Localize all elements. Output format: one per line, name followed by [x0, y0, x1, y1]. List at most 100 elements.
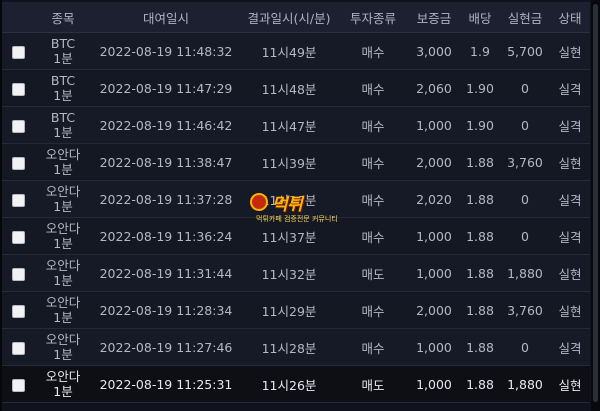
row-rate: 1.88 [460, 180, 500, 218]
table-row[interactable]: 오안다 1분 2022-08-19 11:37:28 11시38분 매수 2,020 1.8… [2, 180, 590, 218]
row-type: 매수 [338, 69, 408, 107]
row-deposit: 1,000 [408, 254, 460, 292]
row-time: 2022-08-19 11:36:24 [92, 217, 240, 255]
row-name: 오안다 1분 [34, 291, 92, 329]
header-result-time[interactable]: 결과일시(시/분) [240, 2, 338, 33]
row-time: 2022-08-19 11:47:29 [92, 69, 240, 107]
row-type: 매수 [338, 143, 408, 181]
row-checkbox-cell [2, 291, 34, 329]
header-time[interactable]: 대여일시 [92, 2, 240, 33]
row-checkbox[interactable] [11, 341, 25, 355]
row-name-period: 1분 [53, 384, 73, 399]
row-time: 2022-08-19 11:38:47 [92, 143, 240, 181]
row-type: 매도 [338, 254, 408, 292]
table-row[interactable]: BTC 1분 2022-08-19 11:48:32 11시49분 매수 3,000 1.9… [2, 32, 590, 70]
row-name-symbol: 오안다 [45, 332, 81, 347]
row-rate: 1.90 [460, 69, 500, 107]
row-status: 실현 [550, 254, 590, 292]
row-checkbox[interactable] [11, 156, 25, 170]
table-row[interactable]: 오안다 1분 2022-08-19 11:38:47 11시39분 매수 2,000 1.8… [2, 143, 590, 181]
row-payout: 0 [500, 328, 550, 366]
row-checkbox[interactable] [11, 119, 25, 133]
row-payout: 0 [500, 69, 550, 107]
row-checkbox-cell [2, 328, 34, 366]
row-checkbox[interactable] [11, 193, 25, 207]
row-payout: 0 [500, 180, 550, 218]
header-deposit[interactable]: 보증금 [408, 2, 460, 33]
row-checkbox-cell [2, 143, 34, 181]
row-rate: 1.88 [460, 328, 500, 366]
row-status: 실현 [550, 32, 590, 70]
row-name-symbol: 오안다 [45, 184, 81, 199]
row-checkbox-cell [2, 254, 34, 292]
row-rate: 1.9 [460, 32, 500, 70]
row-result-time: 11시29분 [240, 291, 338, 329]
row-time: 2022-08-19 11:31:44 [92, 254, 240, 292]
row-name: BTC 1분 [34, 69, 92, 107]
row-rate: 1.88 [460, 143, 500, 181]
row-name-period: 1분 [53, 88, 73, 103]
row-checkbox[interactable] [11, 45, 25, 59]
row-name-period: 1분 [53, 125, 73, 140]
row-result-time: 11시37분 [240, 217, 338, 255]
row-payout: 5,700 [500, 32, 550, 70]
row-name-period: 1분 [53, 199, 73, 214]
row-name-period: 1분 [53, 310, 73, 325]
row-name-period: 1분 [53, 347, 73, 362]
table-row[interactable]: 오안다 1분 2022-08-19 11:27:46 11시28분 매수 1,000 1.8… [2, 328, 590, 366]
row-name-symbol: BTC [50, 110, 76, 125]
row-type: 매수 [338, 328, 408, 366]
table-row[interactable]: BTC 1분 2022-08-19 11:46:42 11시47분 매수 1,000 1.9… [2, 106, 590, 144]
row-deposit: 1,000 [408, 328, 460, 366]
table-row[interactable]: 오안다 1분 2022-08-19 11:36:24 11시37분 매수 1,000 1.8… [2, 217, 590, 255]
row-time: 2022-08-19 11:27:46 [92, 328, 240, 366]
row-result-time: 11시47분 [240, 106, 338, 144]
row-time: 2022-08-19 11:46:42 [92, 106, 240, 144]
row-status: 실격 [550, 180, 590, 218]
row-name: BTC 1분 [34, 106, 92, 144]
row-type: 매수 [338, 180, 408, 218]
row-checkbox[interactable] [11, 82, 25, 96]
row-time: 2022-08-19 11:28:34 [92, 291, 240, 329]
row-status: 실현 [550, 291, 590, 329]
row-checkbox[interactable] [11, 378, 25, 392]
row-name-symbol: 오안다 [45, 221, 81, 236]
row-type: 매수 [338, 217, 408, 255]
row-name: 오안다 1분 [34, 254, 92, 292]
row-checkbox-cell [2, 217, 34, 255]
header-status[interactable]: 상태 [550, 2, 590, 33]
row-name: 오안다 1분 [34, 143, 92, 181]
header-type[interactable]: 투자종류 [338, 2, 408, 33]
row-payout: 3,760 [500, 143, 550, 181]
row-checkbox[interactable] [11, 230, 25, 244]
row-checkbox-cell [2, 69, 34, 107]
row-type: 매수 [338, 106, 408, 144]
row-status: 실현 [550, 365, 590, 403]
table-header-row: 종목 대여일시 결과일시(시/분) 투자종류 보증금 배당 실현금 상태 [2, 2, 590, 33]
header-check [2, 2, 34, 33]
row-checkbox-cell [2, 32, 34, 70]
row-checkbox[interactable] [11, 304, 25, 318]
scrollbar-thumb[interactable] [593, 4, 598, 402]
row-checkbox[interactable] [11, 267, 25, 281]
table-row[interactable]: 오안다 1분 2022-08-19 11:28:34 11시29분 매수 2,000 1.8… [2, 291, 590, 329]
row-name-symbol: 오안다 [45, 258, 81, 273]
header-payout[interactable]: 실현금 [500, 2, 550, 33]
table-row[interactable]: 오안다 1분 2022-08-19 11:25:31 11시26분 매도 1,000 1.8… [2, 365, 590, 403]
row-result-time: 11시28분 [240, 328, 338, 366]
row-deposit: 1,000 [408, 217, 460, 255]
row-name-period: 1분 [53, 236, 73, 251]
row-checkbox-cell [2, 106, 34, 144]
trade-history-table: 종목 대여일시 결과일시(시/분) 투자종류 보증금 배당 실현금 상태 BTC… [2, 2, 590, 403]
row-time: 2022-08-19 11:48:32 [92, 32, 240, 70]
row-status: 실격 [550, 69, 590, 107]
row-name-symbol: 오안다 [45, 369, 81, 384]
header-rate[interactable]: 배당 [460, 2, 500, 33]
header-name[interactable]: 종목 [34, 2, 92, 33]
trade-history-panel: 종목 대여일시 결과일시(시/분) 투자종류 보증금 배당 실현금 상태 BTC… [0, 0, 600, 411]
table-row[interactable]: BTC 1분 2022-08-19 11:47:29 11시48분 매수 2,060 1.9… [2, 69, 590, 107]
table-row[interactable]: 오안다 1분 2022-08-19 11:31:44 11시32분 매도 1,000 1.8… [2, 254, 590, 292]
row-name-symbol: 오안다 [45, 295, 81, 310]
row-rate: 1.88 [460, 217, 500, 255]
row-result-time: 11시48분 [240, 69, 338, 107]
